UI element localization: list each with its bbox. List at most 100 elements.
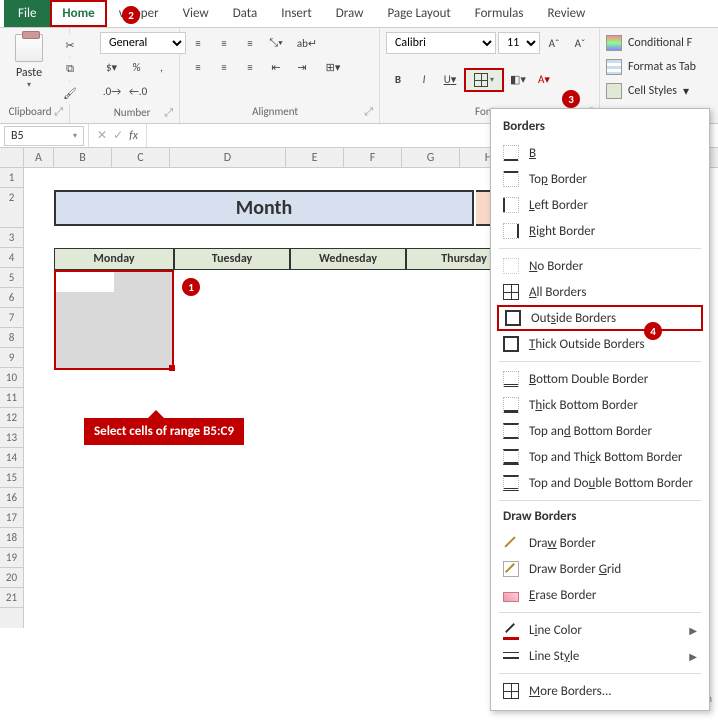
tab-formulas[interactable]: Formulas [463, 0, 536, 27]
row-19[interactable]: 19 [0, 548, 23, 568]
row-20[interactable]: 20 [0, 568, 23, 588]
percent-button[interactable]: % [125, 56, 148, 78]
conditional-formatting-button[interactable]: Conditional F [606, 32, 696, 54]
align-right-button[interactable]: ≡ [238, 56, 262, 78]
row-9[interactable]: 9 [0, 348, 23, 368]
italic-button[interactable]: I [412, 69, 436, 91]
align-top-button[interactable]: ≡ [186, 32, 210, 54]
merge-button[interactable]: ⊞▾ [316, 56, 350, 78]
format-painter-button[interactable]: 🖌 [58, 82, 82, 104]
clipboard-launcher[interactable]: ⤢ [54, 105, 63, 119]
alignment-launcher[interactable]: ⤢ [364, 105, 373, 119]
row-7[interactable]: 7 [0, 308, 23, 328]
day-tuesday[interactable]: Tuesday [174, 248, 290, 270]
menu-bottom-double[interactable]: Bottom Double Border [491, 366, 709, 392]
row-8[interactable]: 8 [0, 328, 23, 348]
align-left-button[interactable]: ≡ [186, 56, 210, 78]
row-4[interactable]: 4 [0, 248, 23, 268]
row-10[interactable]: 10 [0, 368, 23, 388]
menu-no-border[interactable]: No Border [491, 253, 709, 279]
day-wednesday[interactable]: Wednesday [290, 248, 406, 270]
menu-erase-border[interactable]: Erase Border [491, 582, 709, 608]
align-middle-button[interactable]: ≡ [212, 32, 236, 54]
orientation-button[interactable]: ⤡▾ [264, 32, 288, 54]
select-all-corner[interactable] [0, 148, 24, 167]
accounting-format-button[interactable]: $▾ [100, 56, 123, 78]
menu-line-color[interactable]: Line Color▶ [491, 617, 709, 643]
cut-button[interactable]: ✂ [58, 34, 82, 56]
row-1[interactable]: 1 [0, 168, 23, 188]
enter-formula-button[interactable]: ✓ [113, 128, 123, 143]
row-2[interactable]: 2 [0, 188, 23, 228]
col-B[interactable]: B [54, 148, 112, 167]
day-monday[interactable]: Monday [54, 248, 174, 270]
tab-file[interactable]: File [4, 0, 50, 27]
align-bottom-button[interactable]: ≡ [238, 32, 262, 54]
increase-font-button[interactable]: Aˆ [542, 32, 566, 54]
col-F[interactable]: F [344, 148, 402, 167]
tab-insert[interactable]: Insert [269, 0, 324, 27]
decrease-font-button[interactable]: Aˇ [568, 32, 592, 54]
font-size-select[interactable]: 11 [498, 32, 540, 54]
row-12[interactable]: 12 [0, 408, 23, 428]
row-17[interactable]: 17 [0, 508, 23, 528]
font-color-button[interactable]: A▾ [532, 69, 556, 91]
decrease-decimal-button[interactable]: ←.0 [126, 80, 150, 102]
row-16[interactable]: 16 [0, 488, 23, 508]
underline-button[interactable]: U▾ [438, 69, 462, 91]
menu-line-style[interactable]: Line Style▶ [491, 643, 709, 669]
menu-left-border[interactable]: Left Border [491, 192, 709, 218]
number-launcher[interactable]: ⤢ [164, 106, 173, 120]
menu-draw-border[interactable]: Draw Border [491, 530, 709, 556]
row-18[interactable]: 18 [0, 528, 23, 548]
menu-thick-outside[interactable]: Thick Outside Borders [491, 331, 709, 357]
menu-top-bottom[interactable]: Top and Bottom Border [491, 418, 709, 444]
tab-data[interactable]: Data [221, 0, 270, 27]
tab-home[interactable]: Home [50, 0, 106, 27]
cancel-formula-button[interactable]: ✕ [97, 128, 107, 143]
menu-top-double-bottom[interactable]: Top and Double Bottom Border [491, 470, 709, 496]
format-as-table-button[interactable]: Format as Tab [606, 56, 696, 78]
fx-button[interactable]: fx [129, 129, 138, 143]
col-G[interactable]: G [402, 148, 460, 167]
row-13[interactable]: 13 [0, 428, 23, 448]
menu-bottom-border[interactable]: B [491, 140, 709, 166]
row-11[interactable]: 11 [0, 388, 23, 408]
fill-color-button[interactable]: ◧▾ [506, 69, 530, 91]
row-14[interactable]: 14 [0, 448, 23, 468]
align-center-button[interactable]: ≡ [212, 56, 236, 78]
col-A[interactable]: A [24, 148, 54, 167]
fill-handle[interactable] [169, 365, 175, 371]
comma-button[interactable]: , [150, 56, 173, 78]
bold-button[interactable]: B [386, 69, 410, 91]
increase-decimal-button[interactable]: .0→ [100, 80, 124, 102]
col-C[interactable]: C [112, 148, 170, 167]
month-header-cell[interactable]: Month [54, 190, 474, 226]
row-6[interactable]: 6 [0, 288, 23, 308]
menu-top-border[interactable]: Top Border [491, 166, 709, 192]
menu-draw-grid[interactable]: Draw Border Grid [491, 556, 709, 582]
number-format-select[interactable]: General [100, 32, 186, 54]
increase-indent-button[interactable]: ⇥ [290, 56, 314, 78]
col-D[interactable]: D [170, 148, 286, 167]
borders-button[interactable]: ▾ [464, 68, 504, 92]
copy-button[interactable]: ⧉ [58, 58, 82, 80]
menu-all-borders[interactable]: All Borders [491, 279, 709, 305]
name-box[interactable]: B5▾ [4, 126, 84, 146]
tab-view[interactable]: View [171, 0, 221, 27]
row-3[interactable]: 3 [0, 228, 23, 248]
tab-review[interactable]: Review [535, 0, 597, 27]
cell-styles-button[interactable]: Cell Styles▾ [606, 80, 696, 102]
row-15[interactable]: 15 [0, 468, 23, 488]
tab-draw[interactable]: Draw [324, 0, 376, 27]
menu-top-thick-bottom[interactable]: Top and Thick Bottom Border [491, 444, 709, 470]
paste-button[interactable]: Paste ▾ [6, 32, 52, 90]
font-name-select[interactable]: Calibri [386, 32, 496, 54]
menu-outside-borders[interactable]: Outside Borders [497, 305, 703, 331]
tab-pagelayout[interactable]: Page Layout [375, 0, 462, 27]
decrease-indent-button[interactable]: ⇤ [264, 56, 288, 78]
menu-thick-bottom[interactable]: Thick Bottom Border [491, 392, 709, 418]
col-E[interactable]: E [286, 148, 344, 167]
menu-more-borders[interactable]: More Borders... [491, 678, 709, 704]
menu-right-border[interactable]: Right Border [491, 218, 709, 244]
